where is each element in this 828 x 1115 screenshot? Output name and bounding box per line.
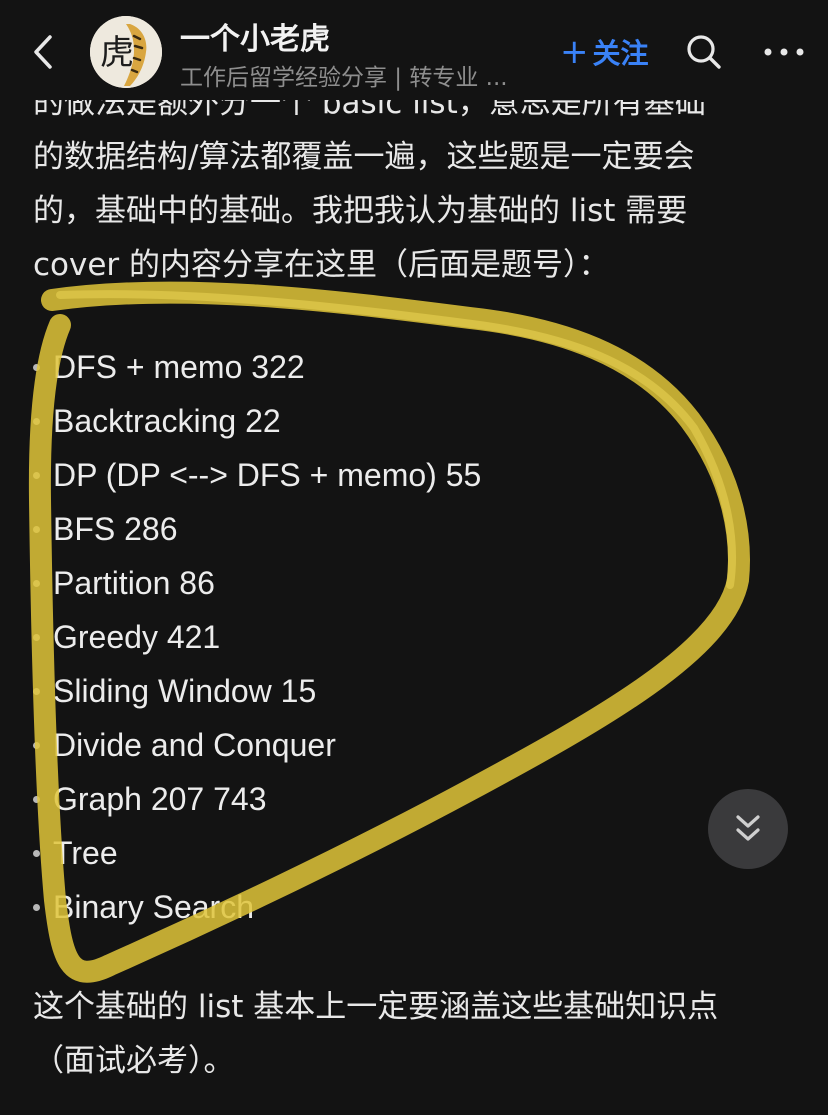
closing-paragraph: 这个基础的 list 基本上一定要涵盖这些基础知识点 （面试必考）。 — [33, 980, 803, 1088]
avatar[interactable]: 虎 — [90, 16, 162, 88]
top-nav-bar: 虎 一个小老虎 工作后留学经验分享 | 转专业 ... + 关注 — [0, 0, 828, 100]
topic-label: Binary Search — [53, 889, 254, 925]
topic-label: Greedy 421 — [53, 619, 221, 655]
more-horizontal-icon — [764, 48, 804, 56]
tiger-avatar-icon: 虎 — [90, 16, 162, 88]
topic-list: DFS + memo 322 Backtracking 22 DP (DP <-… — [33, 340, 481, 934]
bullet-dot — [33, 903, 40, 911]
bullet-dot — [33, 363, 40, 371]
chevron-left-icon — [34, 35, 52, 69]
bullet-dot — [33, 633, 40, 641]
list-item: Graph 207 743 — [33, 772, 481, 826]
search-button[interactable] — [684, 32, 724, 72]
list-item: DFS + memo 322 — [33, 340, 481, 394]
topic-label: Sliding Window 15 — [53, 673, 317, 709]
list-item: Backtracking 22 — [33, 394, 481, 448]
topic-label: BFS 286 — [53, 511, 178, 547]
intro-line: cover 的内容分享在这里（后面是题号）： — [33, 247, 610, 283]
list-item: Partition 86 — [33, 556, 481, 610]
plus-icon: + — [560, 32, 589, 72]
bullet-dot — [33, 741, 40, 749]
double-chevron-down-icon — [736, 815, 760, 841]
topic-label: DP (DP <--> DFS + memo) 55 — [53, 457, 482, 493]
topic-label: DFS + memo 322 — [53, 349, 305, 385]
list-item: Greedy 421 — [33, 610, 481, 664]
list-item: Tree — [33, 826, 481, 880]
topic-label: Partition 86 — [53, 565, 215, 601]
bullet-dot — [33, 417, 40, 425]
list-item: Sliding Window 15 — [33, 664, 481, 718]
bullet-dot — [33, 579, 40, 587]
closing-line: 这个基础的 list 基本上一定要涵盖这些基础知识点 — [33, 989, 719, 1025]
svg-text:虎: 虎 — [100, 33, 134, 73]
more-options-button[interactable] — [762, 34, 806, 70]
follow-button[interactable]: + 关注 — [560, 30, 649, 74]
scroll-down-button[interactable] — [708, 789, 788, 869]
topic-label: Divide and Conquer — [53, 727, 336, 763]
intro-line: 的数据结构/算法都覆盖一遍，这些题是一定要会 — [33, 139, 695, 175]
intro-paragraph: 的做法是额外分一个 basic list，意思是所有基础 的数据结构/算法都覆盖… — [33, 76, 793, 292]
bullet-dot — [33, 525, 40, 533]
intro-line: 的，基础中的基础。我把我认为基础的 list 需要 — [33, 193, 688, 229]
author-name[interactable]: 一个小老虎 — [180, 14, 330, 58]
list-item: Binary Search — [33, 880, 481, 934]
bullet-dot — [33, 687, 40, 695]
search-icon — [687, 35, 721, 69]
topic-label: Tree — [53, 835, 118, 871]
follow-label: 关注 — [592, 37, 649, 70]
topic-label: Graph 207 743 — [53, 781, 267, 817]
author-subtitle: 工作后留学经验分享 | 转专业 ... — [180, 65, 508, 91]
bullet-dot — [33, 849, 40, 857]
bullet-dot — [33, 471, 40, 479]
back-button[interactable] — [28, 34, 58, 70]
bullet-dot — [33, 795, 40, 803]
topic-label: Backtracking 22 — [53, 403, 281, 439]
list-item: DP (DP <--> DFS + memo) 55 — [33, 448, 481, 502]
list-item: BFS 286 — [33, 502, 481, 556]
closing-line: （面试必考）。 — [33, 1043, 235, 1079]
list-item: Divide and Conquer — [33, 718, 481, 772]
